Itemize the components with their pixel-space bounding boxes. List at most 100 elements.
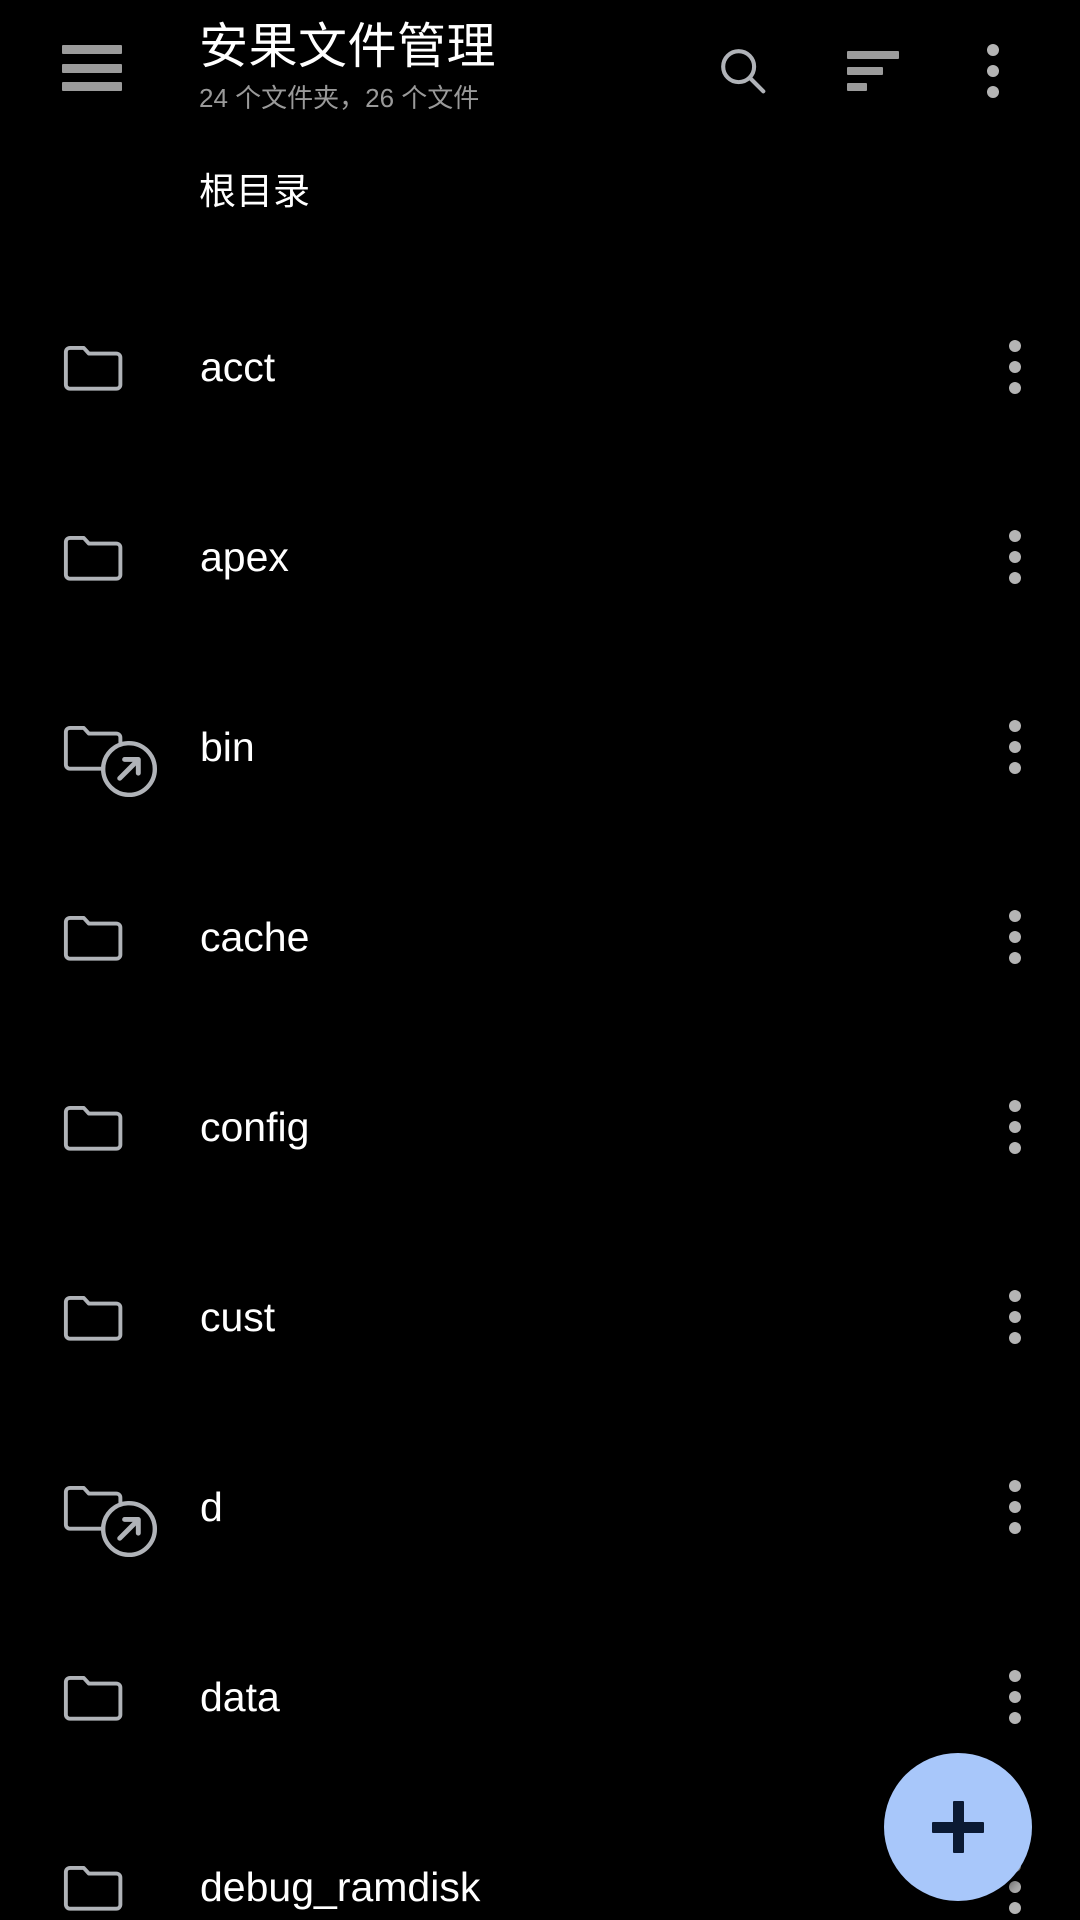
list-item-label: d (200, 1483, 223, 1530)
list-item-overflow-button[interactable] (950, 1032, 1080, 1222)
plus-icon (952, 1801, 964, 1853)
add-button[interactable] (884, 1753, 1032, 1901)
breadcrumb[interactable]: 根目录 (0, 145, 1080, 230)
list-item[interactable]: d (0, 1412, 1080, 1602)
folder-icon (63, 1105, 123, 1151)
overflow-menu-icon (1009, 1100, 1021, 1154)
overflow-menu-icon (1009, 1290, 1021, 1344)
kebab-dot (1009, 1100, 1021, 1112)
folder-icon (63, 345, 123, 391)
list-item-overflow-button[interactable] (950, 272, 1080, 462)
hamburger-bar (62, 82, 122, 91)
list-item-label: cust (200, 1293, 276, 1340)
folder-icon (62, 1274, 148, 1360)
kebab-dot (1009, 952, 1021, 964)
list-item-overflow-button[interactable] (950, 652, 1080, 842)
kebab-dot (1009, 572, 1021, 584)
kebab-dot (1009, 910, 1021, 922)
kebab-dot (1009, 530, 1021, 542)
hamburger-menu-icon[interactable] (62, 45, 122, 91)
folder-icon (63, 1295, 123, 1341)
sort-bar (847, 83, 867, 91)
sort-icon (847, 51, 899, 91)
search-icon (721, 49, 766, 94)
kebab-dot (1009, 762, 1021, 774)
folder-icon (63, 915, 123, 961)
folder-symlink-icon (62, 1464, 158, 1558)
kebab-dot (1009, 1712, 1021, 1724)
list-item-overflow-button[interactable] (950, 1222, 1080, 1412)
folder-icon (63, 1865, 123, 1911)
kebab-dot (1009, 1670, 1021, 1682)
overflow-menu-icon (1009, 720, 1021, 774)
list-item-label: cache (200, 913, 310, 960)
folder-icon (62, 1844, 148, 1920)
folder-icon (62, 1654, 148, 1740)
overflow-menu-icon (1009, 1480, 1021, 1534)
kebab-dot (987, 65, 999, 77)
list-item[interactable]: cust (0, 1222, 1080, 1412)
kebab-dot (1009, 741, 1021, 753)
kebab-dot (1009, 1332, 1021, 1344)
list-item-overflow-button[interactable] (950, 1412, 1080, 1602)
list-item-label: config (200, 1103, 310, 1150)
folder-icon (62, 1084, 148, 1170)
overflow-menu-icon (1009, 1670, 1021, 1724)
kebab-dot (1009, 1142, 1021, 1154)
kebab-dot (1009, 382, 1021, 394)
hamburger-bar (62, 45, 122, 54)
kebab-dot (987, 86, 999, 98)
list-item[interactable]: acct (0, 272, 1080, 462)
list-item[interactable]: bin (0, 652, 1080, 842)
file-manager-screen: 安果文件管理 24 个文件夹，26 个文件 根目录 acct apex bin … (0, 0, 1080, 1920)
kebab-dot (1009, 720, 1021, 732)
kebab-dot (1009, 1290, 1021, 1302)
list-item-label: bin (200, 723, 255, 770)
kebab-dot (1009, 551, 1021, 563)
folder-icon (62, 324, 148, 410)
hamburger-bar (62, 63, 122, 73)
overflow-menu-icon (1009, 530, 1021, 584)
list-item-label: acct (200, 343, 276, 390)
kebab-dot (1009, 1501, 1021, 1513)
symlink-badge-icon (100, 1500, 158, 1558)
kebab-dot (1009, 1121, 1021, 1133)
kebab-dot (987, 44, 999, 56)
folder-icon (62, 514, 148, 600)
sort-button[interactable] (830, 28, 916, 114)
breadcrumb-label: 根目录 (199, 170, 310, 212)
sort-bar (847, 51, 899, 59)
list-item[interactable]: apex (0, 462, 1080, 652)
page-title: 安果文件管理 (199, 20, 497, 74)
overflow-menu-icon (987, 44, 999, 98)
app-bar: 安果文件管理 24 个文件夹，26 个文件 (0, 0, 1080, 145)
list-item-label: data (200, 1673, 280, 1720)
search-button[interactable] (700, 28, 786, 114)
overflow-menu-icon (1009, 340, 1021, 394)
kebab-dot (1009, 1480, 1021, 1492)
folder-icon (63, 1675, 123, 1721)
folder-icon (62, 894, 148, 980)
symlink-badge-icon (100, 740, 158, 798)
kebab-dot (1009, 1691, 1021, 1703)
list-item-label: apex (200, 533, 289, 580)
list-item-overflow-button[interactable] (950, 842, 1080, 1032)
kebab-dot (1009, 1902, 1021, 1914)
overflow-menu-button[interactable] (950, 28, 1036, 114)
overflow-menu-icon (1009, 910, 1021, 964)
list-item[interactable]: config (0, 1032, 1080, 1222)
kebab-dot (1009, 361, 1021, 373)
file-list: acct apex bin cache config cust d data debug_ram… (0, 272, 1080, 1920)
sort-bar (847, 67, 883, 75)
page-subtitle: 24 个文件夹，26 个文件 (199, 83, 480, 113)
folder-icon (63, 535, 123, 581)
kebab-dot (1009, 931, 1021, 943)
kebab-dot (1009, 1522, 1021, 1534)
title-block: 安果文件管理 24 个文件夹，26 个文件 (199, 18, 496, 114)
list-item-overflow-button[interactable] (950, 462, 1080, 652)
folder-symlink-icon (62, 704, 158, 798)
kebab-dot (1009, 1881, 1021, 1893)
kebab-dot (1009, 1311, 1021, 1323)
kebab-dot (1009, 340, 1021, 352)
list-item[interactable]: cache (0, 842, 1080, 1032)
